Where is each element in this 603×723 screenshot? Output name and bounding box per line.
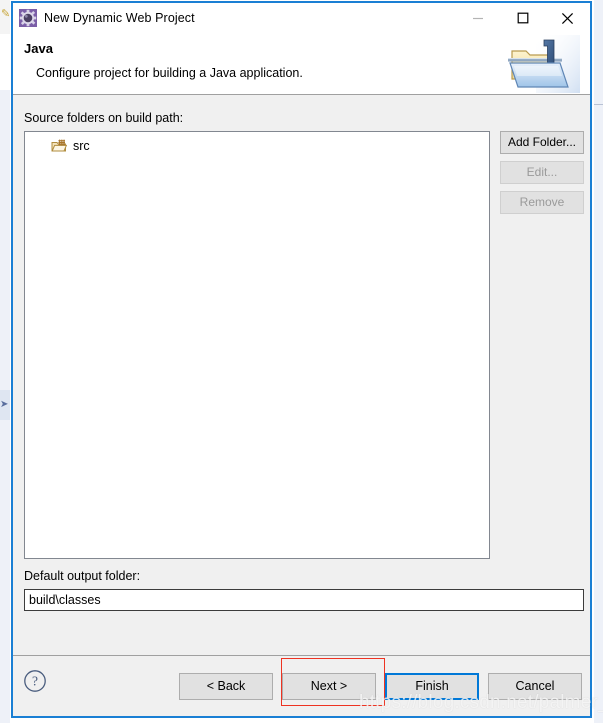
svg-text:?: ? — [32, 674, 38, 689]
window-controls — [455, 3, 590, 33]
background-stripe — [0, 90, 10, 390]
footer-button-group: < Back Next > Finish Cancel — [179, 673, 582, 700]
back-button[interactable]: < Back — [179, 673, 273, 700]
wizard-body: Source folders on build path: src Add Fo… — [13, 95, 590, 655]
background-stripe — [0, 34, 10, 90]
source-folder-icon — [51, 138, 68, 154]
wizard-header: Java Configure project for building a Ja… — [13, 33, 590, 95]
help-question-icon[interactable]: ? — [23, 669, 47, 693]
list-item[interactable]: src — [25, 136, 489, 156]
default-output-folder-label: Default output folder: — [24, 569, 141, 583]
source-folders-label: Source folders on build path: — [24, 111, 184, 125]
page-description: Configure project for building a Java ap… — [36, 66, 303, 80]
close-icon[interactable] — [545, 3, 590, 33]
eclipse-wizard-gear-icon — [19, 9, 37, 27]
remove-button: Remove — [500, 191, 584, 214]
dialog-footer: ? < Back Next > Finish Cancel — [13, 655, 590, 716]
background-right-panel — [594, 0, 603, 723]
list-item-label: src — [73, 139, 90, 153]
edit-button: Edit... — [500, 161, 584, 184]
background-arrow-icon: ➤ — [0, 399, 9, 410]
finish-button[interactable]: Finish — [385, 673, 479, 700]
cancel-button[interactable]: Cancel — [488, 673, 582, 700]
minimize-icon[interactable] — [455, 3, 500, 33]
add-folder-button[interactable]: Add Folder... — [500, 131, 584, 154]
source-folders-list[interactable]: src — [24, 131, 490, 559]
background-panel-divider — [594, 104, 603, 105]
background-pencil-icon: ✎ — [1, 8, 9, 20]
new-dynamic-web-project-dialog: New Dynamic Web Project Java Configure p… — [11, 1, 592, 718]
background-stripe — [0, 420, 10, 723]
maximize-icon[interactable] — [500, 3, 545, 33]
default-output-folder-input[interactable] — [24, 589, 584, 611]
window-title: New Dynamic Web Project — [44, 11, 195, 25]
page-title: Java — [24, 41, 53, 56]
java-folder-banner-icon — [506, 35, 580, 93]
next-button[interactable]: Next > — [282, 673, 376, 700]
title-bar: New Dynamic Web Project — [13, 3, 590, 33]
